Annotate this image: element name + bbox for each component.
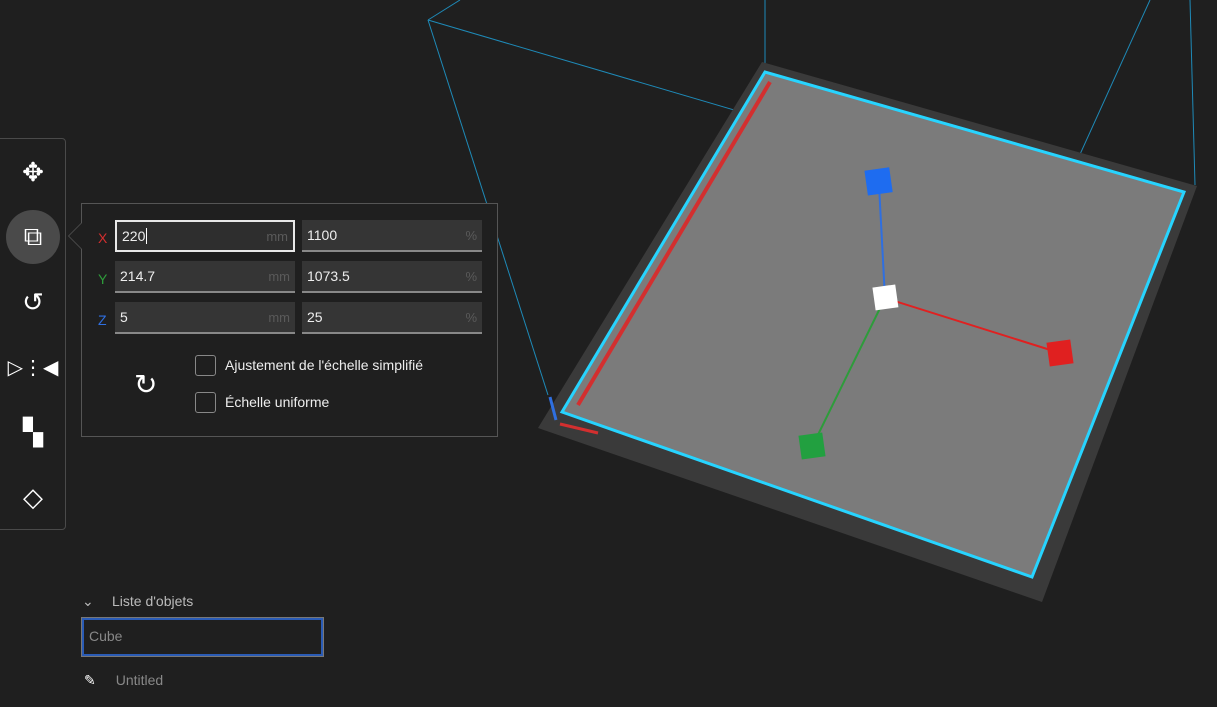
- unit-percent: %: [465, 227, 477, 243]
- uniform-scaling-label: Échelle uniforme: [225, 394, 330, 410]
- rotate-tool-button[interactable]: ↺: [6, 275, 60, 329]
- scale-panel: X 220 mm 1100% Y 214.7 mm 1073.5% Z 5 mm 25…: [68, 203, 498, 437]
- uniform-scaling-checkbox[interactable]: [195, 392, 216, 413]
- tool-sidebar: ✥ ⧉ ↺ ▷⋮◀ ▚ ◇: [0, 138, 66, 530]
- unit-percent: %: [465, 309, 477, 325]
- scale-tool-button[interactable]: ⧉: [6, 210, 60, 264]
- move-icon: ✥: [22, 156, 44, 187]
- z-percent-input[interactable]: 25%: [302, 302, 482, 334]
- y-percent-value: 1073.5: [307, 268, 350, 284]
- per-model-settings-button[interactable]: ▚: [6, 405, 60, 459]
- unit-mm: mm: [268, 309, 290, 325]
- support-blocker-button[interactable]: ◇: [6, 470, 60, 524]
- mirror-tool-button[interactable]: ▷⋮◀: [6, 340, 60, 394]
- unit-percent: %: [465, 268, 477, 284]
- y-mm-input[interactable]: 214.7 mm: [115, 261, 295, 293]
- axis-label-z: Z: [98, 312, 107, 328]
- z-mm-value: 5: [120, 309, 128, 325]
- x-mm-input[interactable]: 220 mm: [115, 220, 295, 252]
- snap-scaling-checkbox[interactable]: [195, 355, 216, 376]
- rotate-icon: ↺: [22, 286, 44, 317]
- x-percent-input[interactable]: 1100%: [302, 220, 482, 252]
- chevron-down-icon: ⌄: [82, 593, 94, 609]
- z-mm-input[interactable]: 5 mm: [115, 302, 295, 334]
- mirror-icon: ▷⋮◀: [7, 356, 59, 379]
- axis-label-x: X: [98, 230, 108, 246]
- y-percent-input[interactable]: 1073.5%: [302, 261, 482, 293]
- scale-handle-z[interactable]: [864, 167, 893, 196]
- scale-handle-y[interactable]: [798, 432, 826, 460]
- scale-icon: ⧉: [23, 221, 43, 251]
- x-mm-value: 220: [122, 228, 146, 244]
- object-list-toggle[interactable]: ⌄ Liste d'objets: [82, 593, 193, 610]
- scale-handle-x[interactable]: [1046, 339, 1074, 367]
- job-name-text: Untitled: [115, 672, 164, 688]
- support-blocker-icon: ◇: [23, 481, 43, 512]
- object-list-header: Liste d'objets: [112, 593, 194, 609]
- y-mm-value: 214.7: [120, 268, 156, 284]
- snap-scaling-label: Ajustement de l'échelle simplifié: [225, 357, 423, 373]
- unit-mm: mm: [266, 228, 288, 244]
- z-percent-value: 25: [307, 309, 323, 325]
- axis-label-y: Y: [98, 271, 108, 287]
- per-model-settings-icon: ▚: [23, 416, 43, 447]
- pencil-icon: ✎: [84, 672, 96, 688]
- x-percent-value: 1100: [307, 227, 338, 243]
- object-list-item[interactable]: Cube: [81, 617, 324, 657]
- job-name[interactable]: ✎ Untitled: [84, 672, 163, 689]
- unit-mm: mm: [268, 268, 290, 284]
- reset-scale-icon[interactable]: ↻: [134, 368, 157, 401]
- scale-handle-uniform[interactable]: [872, 284, 899, 311]
- move-tool-button[interactable]: ✥: [6, 145, 60, 199]
